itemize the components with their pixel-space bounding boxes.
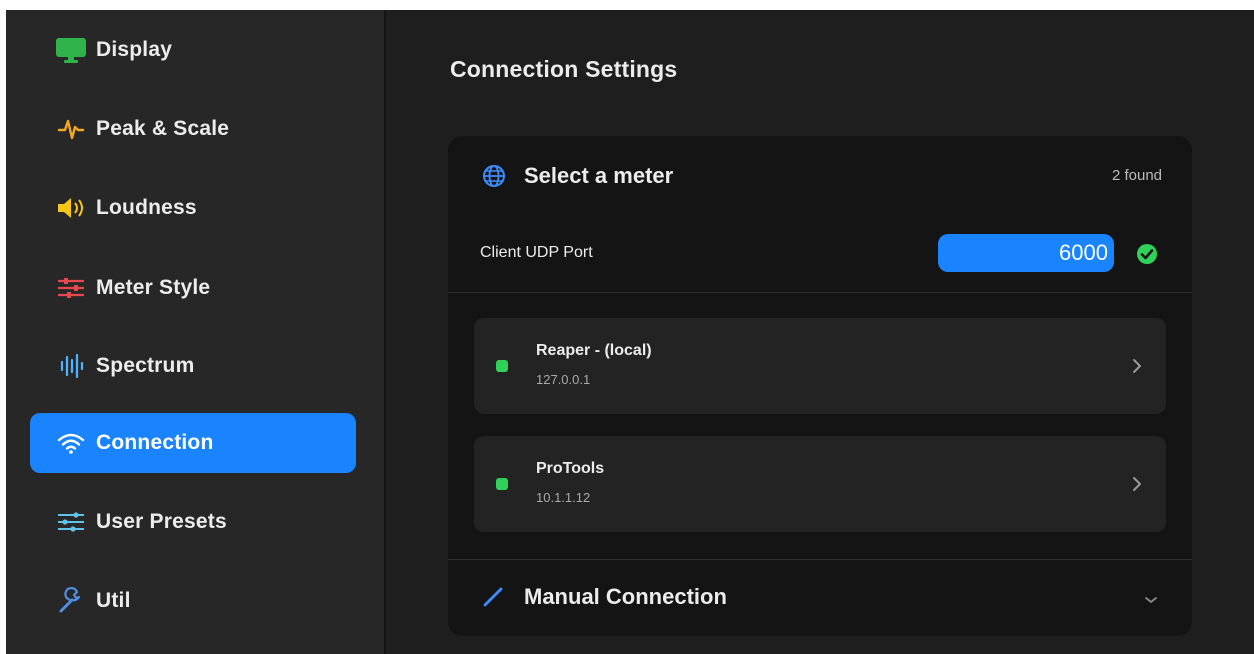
meter-ip: 10.1.1.12 [536, 490, 591, 505]
wrench-icon [54, 584, 88, 618]
sidebar-item-connection[interactable]: Connection [30, 413, 356, 473]
meter-item-protools[interactable]: ProTools 10.1.1.12 [474, 436, 1166, 532]
meter-name: Reaper - (local) [536, 342, 652, 359]
spectrum-icon [54, 349, 88, 383]
sidebar-item-label: Peak & Scale [96, 117, 230, 140]
sidebar-item-label: Connection [96, 431, 214, 454]
select-meter-header: Select a meter 2 found [448, 136, 1192, 216]
online-status-dot [496, 478, 508, 490]
sidebar-item-label: Util [96, 589, 131, 612]
sidebar-item-spectrum[interactable]: Spectrum [30, 336, 356, 396]
sidebar-item-display[interactable]: Display [30, 20, 356, 80]
checkmark-icon [1136, 243, 1158, 270]
sidebar-item-label: Meter Style [96, 276, 211, 299]
manual-connection-title: Manual Connection [524, 584, 727, 609]
chevron-right-icon [1132, 476, 1142, 497]
port-label: Client UDP Port [480, 244, 593, 261]
page-title: Connection Settings [450, 56, 678, 82]
sidebar-item-label: Display [96, 38, 173, 61]
speaker-icon [54, 191, 88, 225]
sidebar-item-user-presets[interactable]: User Presets [30, 492, 356, 552]
meter-item-reaper[interactable]: Reaper - (local) 127.0.0.1 [474, 318, 1166, 414]
sidebar-item-util[interactable]: Util [30, 571, 356, 631]
sidebar-item-label: User Presets [96, 510, 227, 533]
chevron-down-icon [1144, 592, 1158, 610]
sidebar-item-peak-scale[interactable]: Peak & Scale [30, 99, 356, 159]
divider [448, 292, 1192, 293]
chevron-right-icon [1132, 358, 1142, 379]
display-icon [54, 33, 88, 67]
connection-card: Select a meter 2 found Client UDP Port R… [448, 136, 1192, 636]
sidebar-item-label: Spectrum [96, 354, 195, 377]
network-icon [482, 164, 506, 193]
meter-ip: 127.0.0.1 [536, 372, 591, 387]
presets-icon [54, 505, 88, 539]
manual-connection-toggle[interactable]: Manual Connection [448, 560, 1192, 636]
waveform-icon [54, 112, 88, 146]
sliders-icon [54, 271, 88, 305]
main-panel: Connection Settings Select a meter 2 fou… [386, 10, 1254, 654]
udp-port-input[interactable] [938, 234, 1114, 272]
sidebar: Display Peak & Scale Loudness Meter Styl… [6, 10, 386, 654]
wifi-icon [54, 426, 88, 460]
sidebar-item-loudness[interactable]: Loudness [30, 178, 356, 238]
found-count: 2 found [1111, 167, 1162, 184]
select-meter-title: Select a meter [524, 163, 674, 188]
sidebar-item-label: Loudness [96, 196, 197, 219]
sidebar-item-meter-style[interactable]: Meter Style [30, 258, 356, 318]
app-window: Display Peak & Scale Loudness Meter Styl… [6, 10, 1254, 654]
pencil-icon [482, 586, 504, 613]
meter-name: ProTools [536, 460, 605, 477]
online-status-dot [496, 360, 508, 372]
